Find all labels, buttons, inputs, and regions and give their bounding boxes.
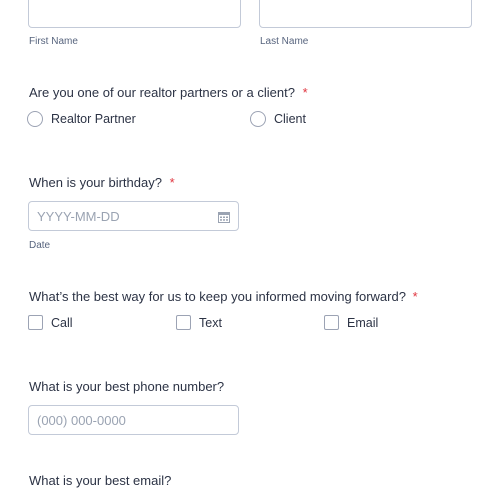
checkbox[interactable] — [324, 315, 339, 330]
radio-option-realtor-partner[interactable]: Realtor Partner — [27, 111, 136, 127]
radio-label: Client — [274, 112, 306, 126]
required-mark: * — [169, 175, 175, 190]
first-name-sublabel: First Name — [29, 36, 78, 47]
radio-button[interactable] — [27, 111, 43, 127]
required-mark: * — [412, 289, 418, 304]
partner-question-label: Are you one of our realtor partners or a… — [29, 85, 308, 100]
checkbox-label: Email — [347, 315, 379, 330]
last-name-input[interactable] — [259, 0, 472, 28]
date-sublabel: Date — [29, 240, 51, 251]
email-question-label: What is your best email? — [29, 473, 172, 488]
contact-question-text: What’s the best way for us to keep you i… — [29, 289, 406, 304]
contact-question-label: What’s the best way for us to keep you i… — [29, 289, 418, 304]
checkbox[interactable] — [28, 315, 43, 330]
checkbox[interactable] — [176, 315, 191, 330]
phone-input[interactable]: (000) 000-0000 — [28, 405, 239, 435]
birthday-question-label: When is your birthday? * — [29, 175, 175, 190]
calendar-icon[interactable] — [218, 210, 230, 223]
checkbox-label: Text — [199, 315, 222, 330]
first-name-input[interactable] — [28, 0, 241, 28]
radio-option-client[interactable]: Client — [250, 111, 306, 127]
checkbox-label: Call — [51, 315, 73, 330]
phone-question-label: What is your best phone number? — [29, 379, 225, 394]
phone-placeholder: (000) 000-0000 — [37, 412, 126, 428]
checkbox-option-text[interactable]: Text — [176, 315, 222, 330]
last-name-sublabel: Last Name — [260, 36, 309, 47]
checkbox-option-call[interactable]: Call — [28, 315, 73, 330]
radio-button[interactable] — [250, 111, 266, 127]
radio-label: Realtor Partner — [51, 112, 136, 126]
date-placeholder: YYYY-MM-DD — [37, 208, 120, 224]
checkbox-option-email[interactable]: Email — [324, 315, 378, 330]
required-mark: * — [302, 85, 308, 100]
birthday-question-text: When is your birthday? — [29, 175, 162, 190]
partner-question-text: Are you one of our realtor partners or a… — [29, 85, 295, 100]
birthday-date-input[interactable]: YYYY-MM-DD — [28, 201, 239, 231]
